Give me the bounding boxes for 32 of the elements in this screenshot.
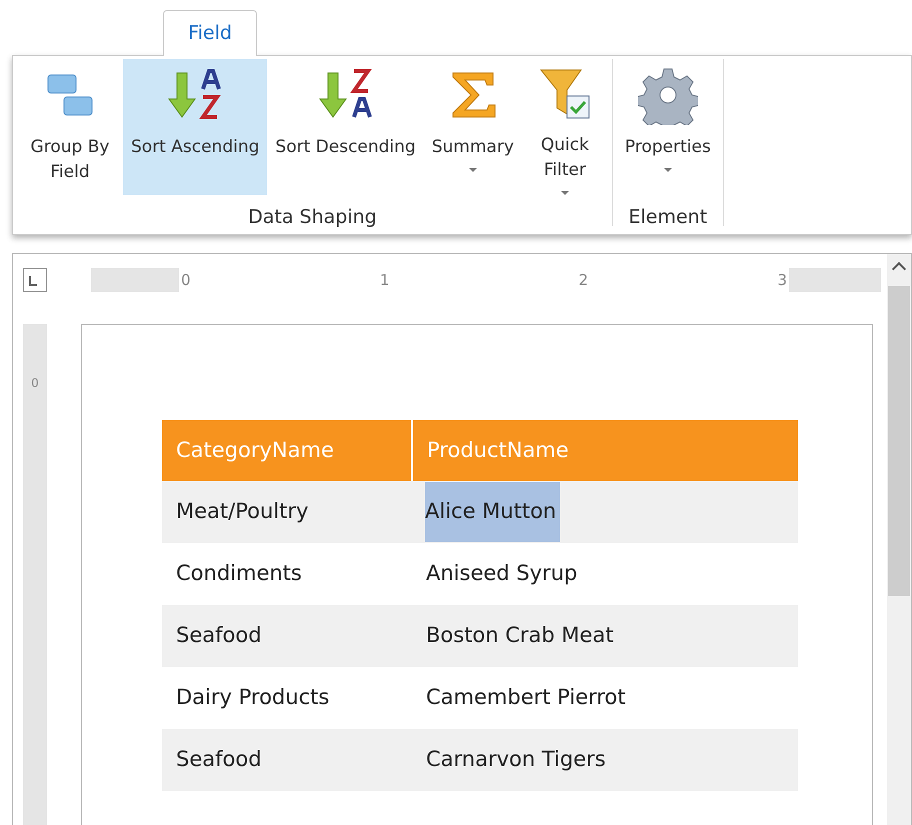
ruler-number: 0	[181, 270, 191, 291]
scrollbar-thumb[interactable]	[888, 286, 910, 596]
ruler-number: 0	[31, 375, 39, 392]
ribbon-tab[interactable]: Field	[163, 10, 257, 56]
table-cell-text: Boston Crab Meat	[426, 622, 615, 650]
ribbon-button[interactable]: Properties	[616, 59, 719, 195]
caret-icon	[468, 168, 477, 172]
table-cell-text: Seafood	[176, 622, 263, 650]
ruler-number: 1	[380, 270, 390, 291]
vertical-scrollbar[interactable]	[887, 254, 911, 825]
tab-stop-icon	[23, 268, 47, 292]
table-cell-text: Seafood	[176, 746, 263, 774]
table-cell-text: Camembert Pierrot	[426, 684, 627, 712]
table-cell: Alice Mutton	[425, 482, 560, 542]
table-cell-text: Meat/Poultry	[176, 498, 310, 526]
ruler-number: 2	[578, 270, 588, 291]
table-cell-text: Condiments	[176, 560, 303, 588]
column-header: ProductName	[412, 420, 798, 481]
caret-icon	[560, 191, 569, 195]
table-cell-text: Dairy Products	[176, 684, 330, 712]
ribbon-button[interactable]: Sort Ascending	[123, 59, 268, 195]
ribbon-button[interactable]: Summary	[424, 59, 522, 195]
caret-icon	[664, 168, 672, 172]
ruler-number: 3	[777, 270, 787, 291]
ribbon-button[interactable]: Sort Descending	[267, 59, 424, 195]
ribbon-button[interactable]: Group By Field	[17, 59, 123, 195]
group-label: Data Shaping	[248, 205, 377, 230]
column-header: CategoryName	[162, 420, 412, 481]
table-cell-text: Aniseed Syrup	[426, 560, 578, 588]
table-cell-text: Carnarvon Tigers	[426, 746, 607, 774]
group-label: Element	[628, 205, 708, 230]
ribbon-button[interactable]: Quick Filter	[522, 59, 608, 195]
